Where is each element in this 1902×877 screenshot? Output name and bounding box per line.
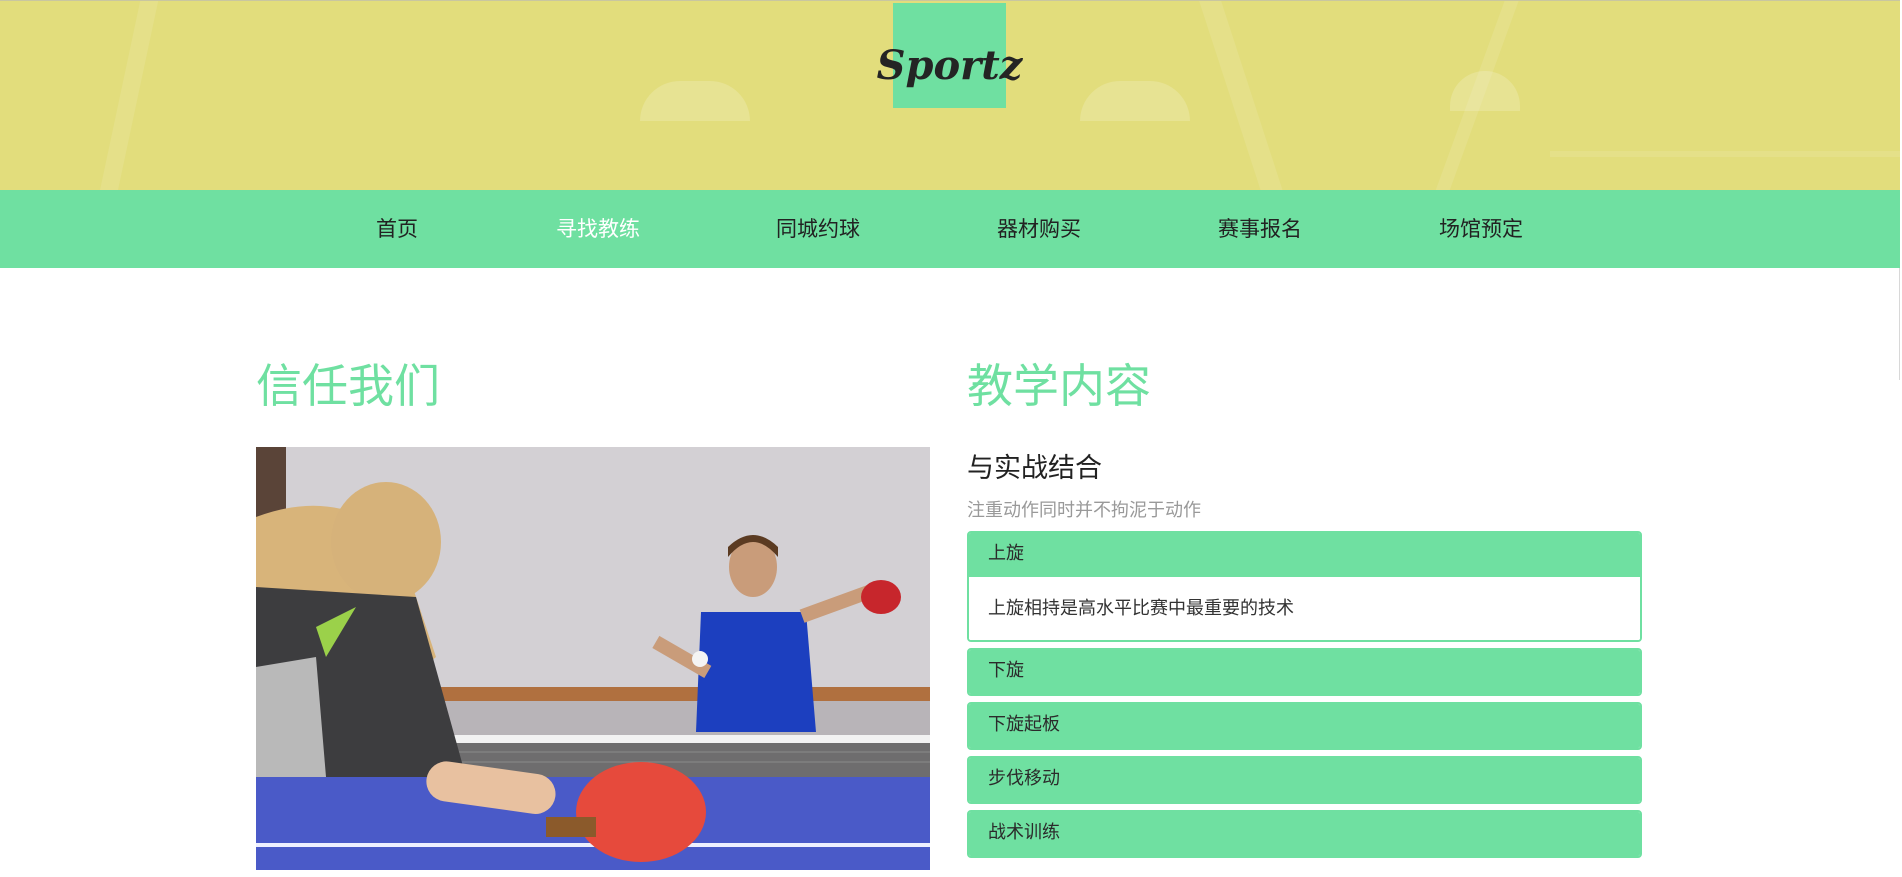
- accordion-panel-topspin: 上旋 上旋相持是高水平比赛中最重要的技术: [967, 531, 1642, 642]
- accordion-panel-footwork: 步伐移动: [967, 756, 1642, 804]
- pendant-lamp-graphic: [1450, 71, 1520, 111]
- logo-text: Sportz: [876, 42, 1023, 89]
- section-subtext: 注重动作同时并不拘泥于动作: [967, 500, 1201, 521]
- nav-item-venue-booking[interactable]: 场馆预定: [1439, 190, 1523, 268]
- accordion-panel-backspin-loop: 下旋起板: [967, 702, 1642, 750]
- header-banner: Sportz: [0, 0, 1900, 190]
- accordion-panel-backspin: 下旋: [967, 648, 1642, 696]
- pendant-lamp-graphic: [1080, 81, 1190, 121]
- trust-us-title: 信任我们: [256, 359, 440, 413]
- nav-item-find-coach[interactable]: 寻找教练: [556, 190, 640, 268]
- page-edge-divider: [1899, 268, 1900, 380]
- accordion-panel-tactics: 战术训练: [967, 810, 1642, 858]
- site-logo[interactable]: Sportz: [877, 3, 1022, 108]
- accordion-body-topspin: 上旋相持是高水平比赛中最重要的技术: [969, 577, 1640, 640]
- teaching-accordion: 上旋 上旋相持是高水平比赛中最重要的技术 下旋 下旋起板 步伐移动 战术训练: [967, 531, 1642, 864]
- banner-background-beam: [1199, 1, 1283, 190]
- nav-item-tournament[interactable]: 赛事报名: [1218, 190, 1302, 268]
- pendant-lamp-graphic: [640, 81, 750, 121]
- nav-item-equipment[interactable]: 器材购买: [997, 190, 1081, 268]
- nav-item-home[interactable]: 首页: [376, 190, 418, 268]
- banner-background-shelf: [1550, 151, 1900, 157]
- table-tennis-illustration: [256, 447, 930, 870]
- accordion-header-footwork[interactable]: 步伐移动: [969, 758, 1640, 802]
- nav-item-local-match[interactable]: 同城约球: [776, 190, 860, 268]
- accordion-header-topspin[interactable]: 上旋: [969, 533, 1640, 577]
- accordion-header-tactics[interactable]: 战术训练: [969, 812, 1640, 856]
- accordion-header-backspin-loop[interactable]: 下旋起板: [969, 704, 1640, 748]
- table-tennis-photo: [256, 447, 930, 870]
- teaching-content-title: 教学内容: [967, 359, 1151, 413]
- accordion-header-backspin[interactable]: 下旋: [969, 650, 1640, 694]
- section-subheading: 与实战结合: [967, 453, 1102, 484]
- main-nav: 首页 寻找教练 同城约球 器材购买 赛事报名 场馆预定: [0, 190, 1900, 268]
- banner-background-beam: [99, 1, 159, 190]
